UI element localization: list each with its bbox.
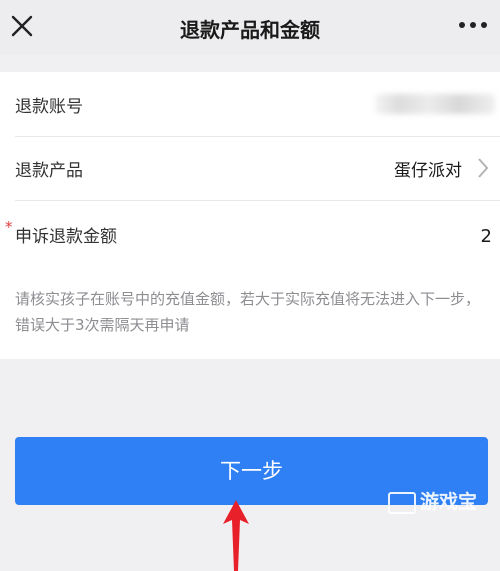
refund-account-row: 退款账号 bbox=[15, 72, 500, 137]
annotation-arrow-icon bbox=[223, 500, 249, 571]
chevron-right-icon bbox=[478, 158, 489, 178]
required-mark: * bbox=[5, 218, 13, 236]
refund-form: 退款账号 退款产品 蛋仔派对 * 申诉退款金额 2 请核实孩子在账号中的充值金额… bbox=[0, 72, 500, 359]
refund-account-label: 退款账号 bbox=[15, 97, 83, 117]
amount-hint-text: 请核实孩子在账号中的充值金额，若大于实际充值将无法进入下一步，错误大于3次需隔天… bbox=[15, 290, 481, 334]
refund-product-value[interactable]: 蛋仔派对 bbox=[394, 156, 462, 181]
appeal-amount-input[interactable]: 2 bbox=[481, 226, 492, 247]
more-dots-icon[interactable] bbox=[456, 18, 490, 32]
appeal-amount-label: 申诉退款金额 bbox=[15, 227, 117, 247]
watermark-logo-icon bbox=[388, 491, 416, 514]
page-title: 退款产品和金额 bbox=[180, 18, 320, 42]
navigation-bar: 退款产品和金额 bbox=[0, 0, 500, 55]
watermark: 游戏宝 bbox=[388, 487, 500, 515]
close-icon[interactable] bbox=[6, 10, 38, 42]
refund-product-label: 退款产品 bbox=[15, 161, 83, 181]
watermark-text: 游戏宝 bbox=[420, 491, 478, 513]
refund-product-row[interactable]: 退款产品 蛋仔派对 bbox=[15, 136, 500, 201]
refund-account-value-blurred bbox=[375, 94, 495, 114]
